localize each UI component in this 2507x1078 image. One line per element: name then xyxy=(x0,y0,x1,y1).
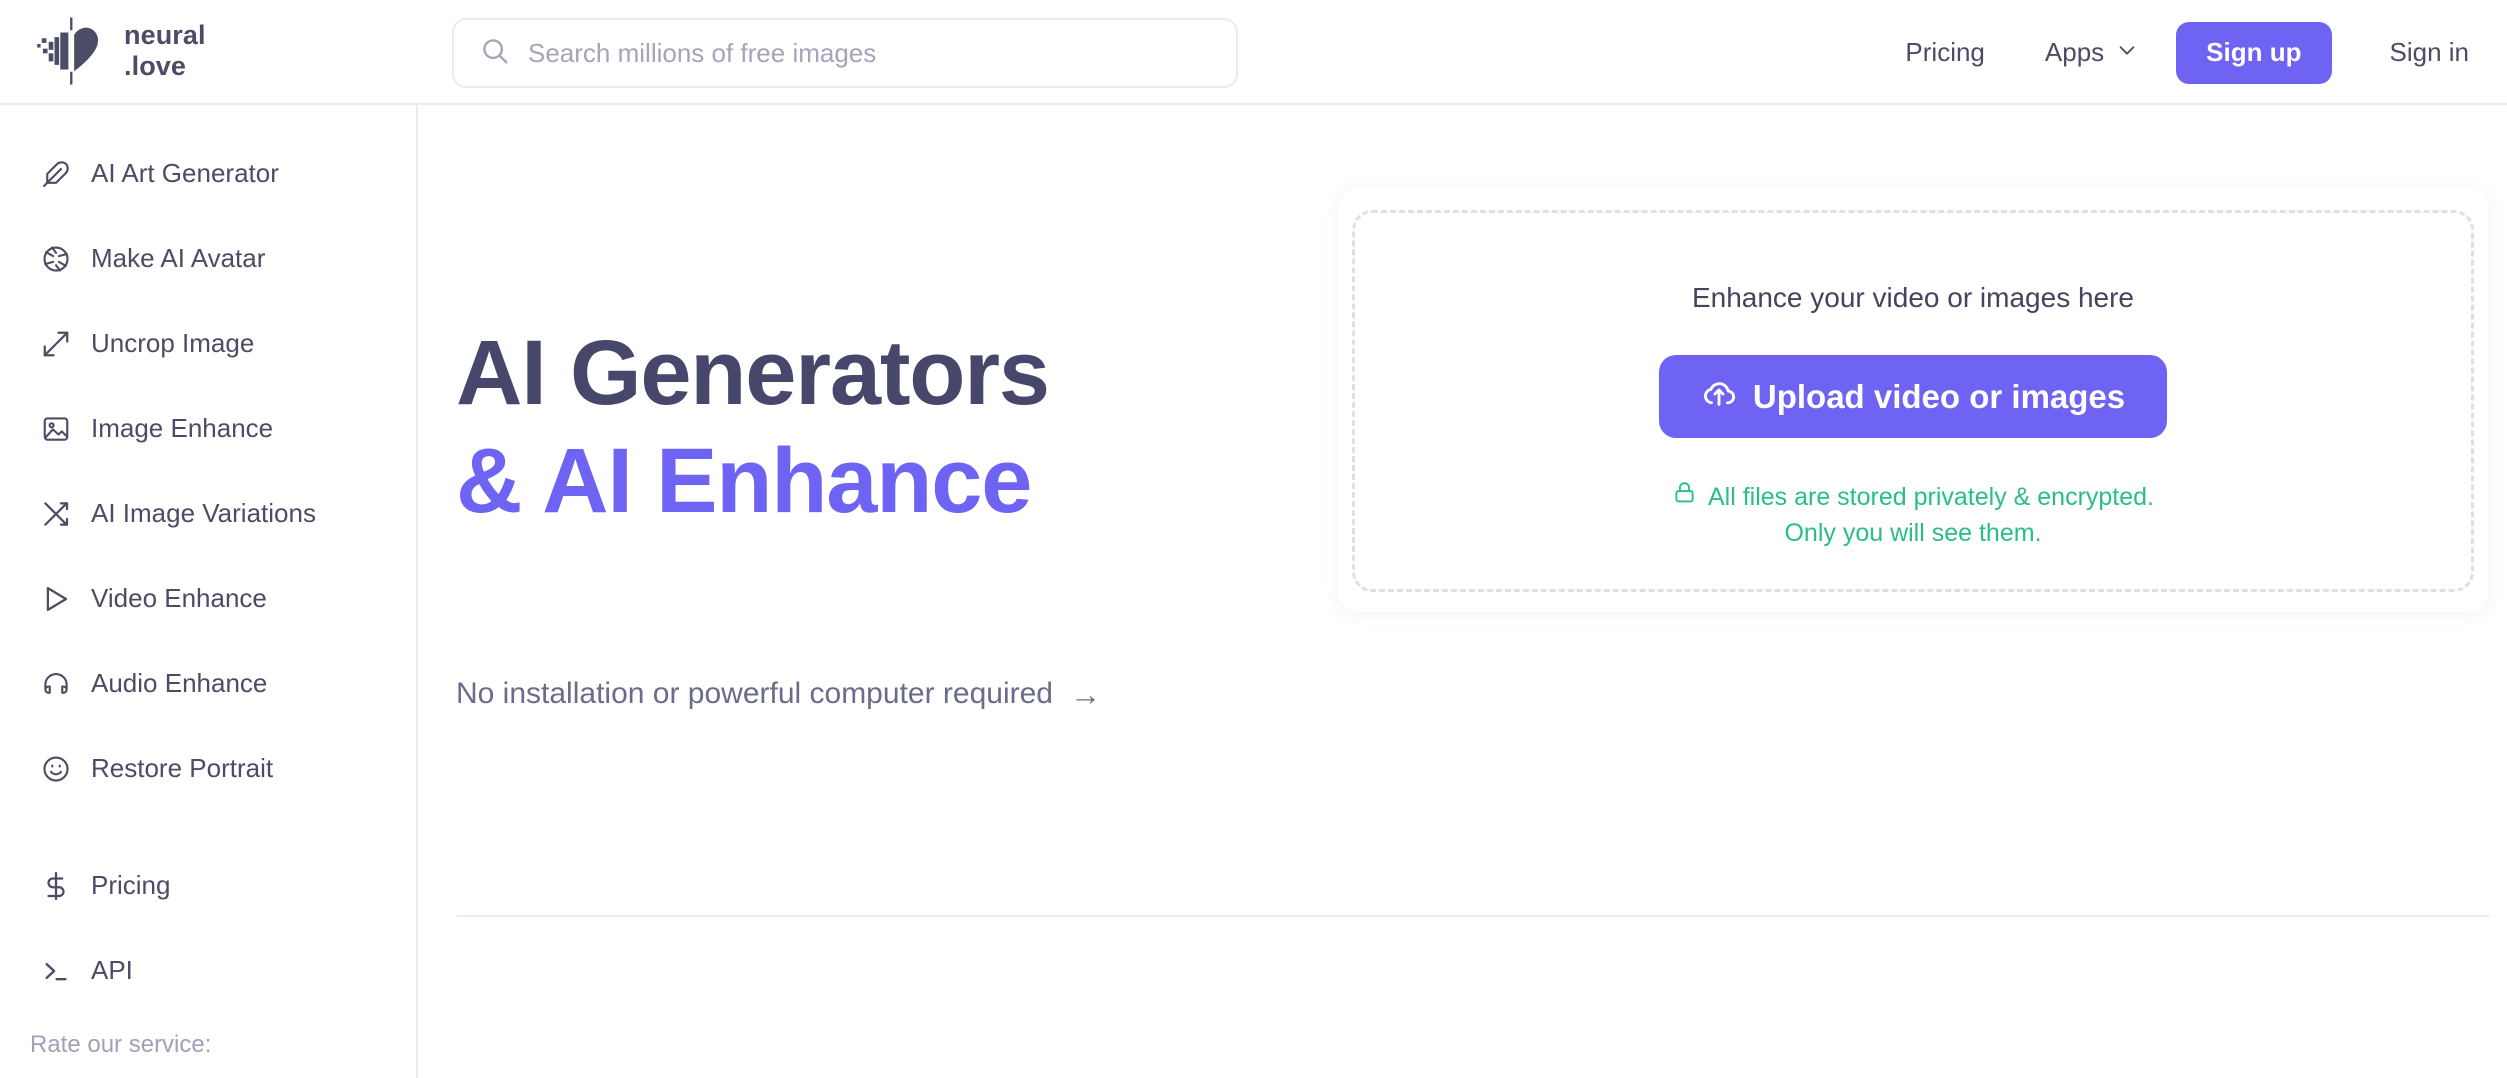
search-bar[interactable] xyxy=(452,18,1238,88)
play-icon xyxy=(40,583,71,614)
logo-text-line2: .love xyxy=(124,51,187,81)
header-nav: Pricing Apps Sign up Sign in xyxy=(1905,0,2469,105)
sidebar-divider-gap xyxy=(0,811,416,843)
pixel-heart-logo-icon xyxy=(36,14,110,88)
sidebar-item-label: API xyxy=(91,955,133,985)
logo[interactable]: neural .love xyxy=(36,14,206,88)
privacy-line-1: All files are stored privately & encrypt… xyxy=(1672,480,2154,516)
aperture-icon xyxy=(40,243,71,274)
sidebar-item-pricing[interactable]: Pricing xyxy=(0,843,416,928)
sign-in-label: Sign in xyxy=(2389,37,2470,67)
sidebar-item-label: Restore Portrait xyxy=(91,753,274,783)
privacy-notice: All files are stored privately & encrypt… xyxy=(1672,480,2154,551)
sidebar-item-ai-image-variations[interactable]: AI Image Variations xyxy=(0,471,416,556)
sidebar-item-audio-enhance[interactable]: Audio Enhance xyxy=(0,641,416,726)
lock-icon xyxy=(1672,480,1697,516)
sidebar-item-label: Audio Enhance xyxy=(91,668,268,698)
sidebar-item-video-enhance[interactable]: Video Enhance xyxy=(0,556,416,641)
hero-title-line1: AI Generators xyxy=(456,322,1050,424)
sidebar: AI Art Generator Make AI Avatar Uncrop I… xyxy=(0,105,418,1078)
logo-text-line1: neural xyxy=(124,19,206,50)
main-content: AI Generators & AI Enhance No installati… xyxy=(418,105,2507,1078)
upload-card: Enhance your video or images here Upload… xyxy=(1338,188,2488,612)
sidebar-item-make-ai-avatar[interactable]: Make AI Avatar xyxy=(0,216,416,301)
search-icon xyxy=(480,36,510,71)
sidebar-item-label: AI Art Generator xyxy=(91,158,279,188)
sidebar-item-image-enhance[interactable]: Image Enhance xyxy=(0,386,416,471)
nav-pricing-label: Pricing xyxy=(1905,37,1985,67)
shuffle-icon xyxy=(40,498,71,529)
sidebar-item-label: Make AI Avatar xyxy=(91,243,266,273)
page-root: neural .love Pricing Apps xyxy=(0,0,2507,1078)
privacy-text-line2: Only you will see them. xyxy=(1784,518,2042,547)
terminal-icon xyxy=(40,955,71,986)
arrow-right-icon: → xyxy=(1069,676,1101,712)
site-header: neural .love Pricing Apps xyxy=(0,0,2507,105)
sidebar-item-label: Pricing xyxy=(91,870,171,900)
hero-subtitle-link[interactable]: No installation or powerful computer req… xyxy=(456,677,1101,711)
sign-in-link[interactable]: Sign in xyxy=(2390,37,2470,68)
image-icon xyxy=(40,413,71,444)
expand-arrows-icon xyxy=(40,328,71,359)
hero-title-line2: & AI Enhance xyxy=(456,429,1032,532)
sidebar-item-label: Video Enhance xyxy=(91,583,267,613)
sidebar-item-label: Image Enhance xyxy=(91,413,274,443)
hero-subtitle-text: No installation or powerful computer req… xyxy=(456,677,1053,710)
section-divider xyxy=(456,915,2489,917)
sidebar-item-restore-portrait[interactable]: Restore Portrait xyxy=(0,726,416,811)
dropzone-prompt: Enhance your video or images here xyxy=(1691,282,2135,313)
search-input[interactable] xyxy=(528,37,1210,69)
sidebar-item-api[interactable]: API xyxy=(0,928,416,1013)
sidebar-item-uncrop-image[interactable]: Uncrop Image xyxy=(0,301,416,386)
rate-our-service-label: Rate our service: xyxy=(30,1031,212,1058)
privacy-text-line1: All files are stored privately & encrypt… xyxy=(1707,483,2155,511)
dollar-icon xyxy=(40,870,71,901)
chevron-down-icon xyxy=(2116,37,2138,68)
smiley-icon xyxy=(40,753,71,784)
nav-apps-label: Apps xyxy=(2044,37,2105,67)
headphones-icon xyxy=(40,668,71,699)
nav-apps-dropdown[interactable]: Apps xyxy=(2045,37,2138,68)
page-title: AI Generators & AI Enhance xyxy=(456,320,1050,535)
sign-up-button[interactable]: Sign up xyxy=(2176,21,2332,84)
cloud-upload-icon xyxy=(1701,375,1737,419)
logo-text: neural .love xyxy=(124,20,206,82)
upload-dropzone[interactable]: Enhance your video or images here Upload… xyxy=(1352,210,2474,592)
sidebar-item-label: Uncrop Image xyxy=(91,328,255,358)
sidebar-item-ai-art-generator[interactable]: AI Art Generator xyxy=(0,131,416,216)
upload-button-label: Upload video or images xyxy=(1752,377,2126,415)
upload-button[interactable]: Upload video or images xyxy=(1658,355,2168,438)
sidebar-item-label: AI Image Variations xyxy=(91,498,316,528)
feather-icon xyxy=(40,158,71,189)
nav-pricing-link[interactable]: Pricing xyxy=(1905,37,1984,68)
